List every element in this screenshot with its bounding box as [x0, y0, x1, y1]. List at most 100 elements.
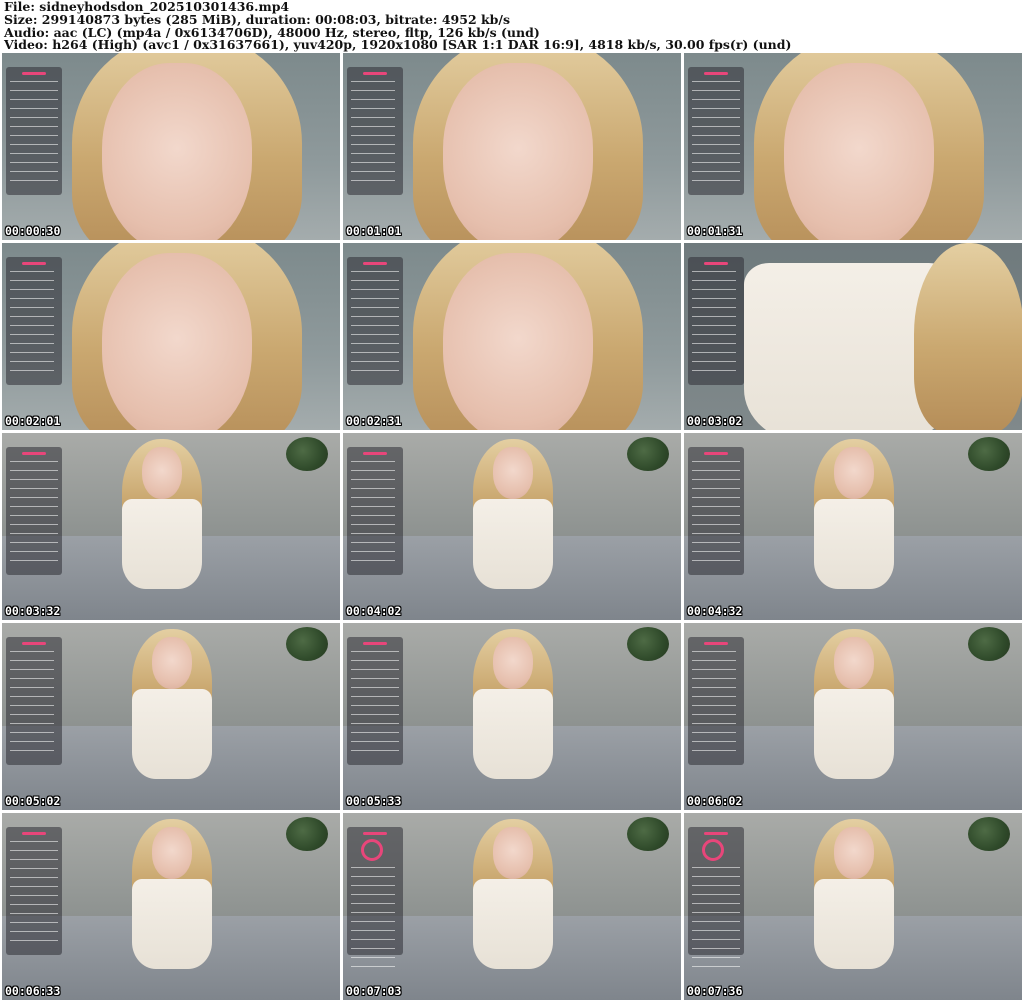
plant-icon — [627, 437, 669, 471]
dress-shape — [814, 499, 894, 589]
overlay-row-line — [351, 108, 395, 109]
overlay-row-line — [10, 135, 58, 136]
overlay-row-line — [351, 271, 399, 272]
overlay-row-line — [351, 948, 395, 949]
stream-overlay-panel — [347, 257, 403, 385]
overlay-row-line — [10, 741, 54, 742]
overlay-row-line — [351, 307, 399, 308]
video-thumbnail[interactable]: 00:02:31 — [343, 243, 681, 430]
overlay-logo-icon — [363, 72, 387, 75]
timestamp-label: 00:05:02 — [5, 794, 61, 808]
overlay-row-line — [692, 714, 736, 715]
stream-overlay-panel — [688, 257, 744, 385]
overlay-row-line — [351, 524, 395, 525]
overlay-row-line — [351, 705, 399, 706]
overlay-row-line — [351, 741, 399, 742]
overlay-row-line — [351, 153, 395, 154]
video-thumbnail[interactable]: 00:05:02 — [2, 623, 340, 810]
overlay-row-line — [692, 560, 740, 561]
overlay-row-line — [10, 660, 54, 661]
overlay-logo-icon — [704, 642, 728, 645]
overlay-row-line — [351, 479, 395, 480]
overlay-row-line — [10, 750, 54, 751]
plant-icon — [627, 817, 669, 851]
overlay-timer-ring-icon — [702, 839, 724, 861]
overlay-row-line — [692, 144, 740, 145]
video-thumbnail[interactable]: 00:04:32 — [684, 433, 1022, 620]
overlay-row-line — [692, 696, 736, 697]
face-shape — [443, 63, 593, 240]
overlay-row-line — [10, 524, 58, 525]
video-thumbnail[interactable]: 00:06:33 — [2, 813, 340, 1000]
video-thumbnail[interactable]: 00:07:36 — [684, 813, 1022, 1000]
overlay-row-line — [351, 560, 395, 561]
overlay-row-line — [351, 885, 395, 886]
overlay-row-line — [10, 669, 54, 670]
overlay-row-line — [10, 551, 58, 552]
overlay-timer-ring-icon — [361, 839, 383, 861]
overlay-row-line — [692, 316, 736, 317]
overlay-row-line — [351, 325, 399, 326]
overlay-row-line — [10, 334, 54, 335]
video-thumbnail[interactable]: 00:04:02 — [343, 433, 681, 620]
stream-overlay-panel — [347, 67, 403, 195]
overlay-row-line — [10, 732, 54, 733]
overlay-row-line — [351, 135, 395, 136]
overlay-row-line — [10, 90, 58, 91]
video-thumbnail[interactable]: 00:01:31 — [684, 53, 1022, 240]
overlay-row-line — [10, 895, 58, 896]
overlay-row-line — [692, 271, 736, 272]
video-thumbnail[interactable]: 00:00:30 — [2, 53, 340, 240]
overlay-row-line — [692, 903, 740, 904]
overlay-row-line — [351, 470, 395, 471]
overlay-row-line — [10, 705, 54, 706]
overlay-logo-icon — [22, 452, 46, 455]
overlay-row-line — [10, 904, 58, 905]
overlay-row-line — [692, 497, 740, 498]
overlay-row-line — [10, 180, 58, 181]
face-shape — [493, 637, 533, 689]
overlay-row-line — [351, 957, 395, 958]
video-thumbnail[interactable]: 00:01:01 — [343, 53, 681, 240]
stream-overlay-panel — [688, 447, 744, 575]
dress-shape — [122, 499, 202, 589]
timestamp-label: 00:02:31 — [346, 414, 402, 428]
overlay-row-line — [692, 966, 740, 967]
video-thumbnail[interactable]: 00:07:03 — [343, 813, 681, 1000]
overlay-row-line — [692, 126, 740, 127]
video-thumbnail[interactable]: 00:02:01 — [2, 243, 340, 430]
overlay-row-line — [351, 162, 395, 163]
overlay-row-line — [10, 922, 58, 923]
overlay-logo-icon — [22, 832, 46, 835]
overlay-row-line — [10, 841, 58, 842]
overlay-row-line — [692, 741, 736, 742]
timestamp-label: 00:02:01 — [5, 414, 61, 428]
overlay-row-line — [10, 877, 58, 878]
face-shape — [834, 827, 874, 879]
overlay-logo-icon — [363, 642, 387, 645]
overlay-logo-icon — [704, 262, 728, 265]
video-thumbnail[interactable]: 00:03:32 — [2, 433, 340, 620]
overlay-row-line — [692, 551, 740, 552]
video-thumbnail[interactable]: 00:05:33 — [343, 623, 681, 810]
overlay-row-line — [692, 515, 740, 516]
overlay-row-line — [351, 894, 395, 895]
overlay-row-line — [692, 108, 740, 109]
overlay-logo-icon — [704, 832, 728, 835]
overlay-row-line — [351, 660, 399, 661]
overlay-row-line — [692, 479, 740, 480]
overlay-row-line — [692, 930, 740, 931]
timestamp-label: 00:03:32 — [5, 604, 61, 618]
timestamp-label: 00:03:02 — [687, 414, 743, 428]
hair-shape — [914, 243, 1022, 430]
overlay-row-line — [692, 361, 736, 362]
overlay-row-line — [10, 171, 58, 172]
thumbnail-grid: 00:00:30 00:01:01 00:01:31 00:02:01 00:02:31… — [2, 53, 1022, 1001]
overlay-row-line — [351, 488, 395, 489]
overlay-row-line — [692, 912, 740, 913]
video-thumbnail[interactable]: 00:03:02 — [684, 243, 1022, 430]
timestamp-label: 00:06:02 — [687, 794, 743, 808]
video-thumbnail[interactable]: 00:06:02 — [684, 623, 1022, 810]
overlay-row-line — [10, 850, 58, 851]
overlay-row-line — [692, 732, 736, 733]
